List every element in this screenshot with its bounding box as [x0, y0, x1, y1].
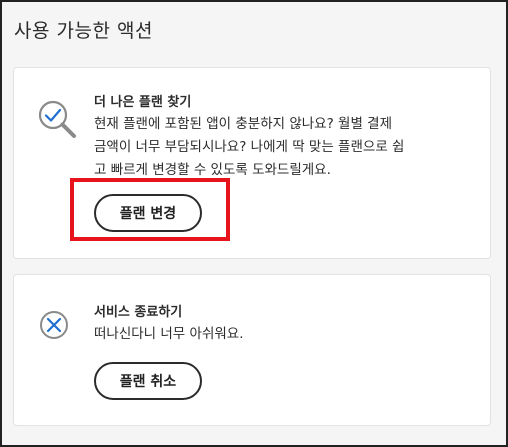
x-circle-icon [36, 307, 80, 351]
end-service-body: 서비스 종료하기 떠나신다니 너무 아쉬워요. [94, 304, 460, 346]
find-plan-line-2: 금액이 너무 부담되시나요? 나에게 딱 맞는 플랜으로 쉽 [94, 139, 405, 155]
actions-panel: 사용 가능한 액션 더 나은 플랜 찾기 현재 플랜에 포함된 앱이 충분하지 … [0, 0, 508, 447]
magnifier-check-icon [36, 98, 80, 142]
end-service-heading: 서비스 종료하기 [94, 305, 183, 320]
cancel-plan-button[interactable]: 플랜 취소 [94, 362, 202, 400]
section-title: 사용 가능한 액션 [14, 20, 153, 42]
end-service-description: 떠나신다니 너무 아쉬워요. [94, 326, 244, 342]
find-plan-body: 더 나은 플랜 찾기 현재 플랜에 포함된 앱이 충분하지 않나요? 월별 결제… [94, 94, 460, 182]
end-service-card: 서비스 종료하기 떠나신다니 너무 아쉬워요. 플랜 취소 [13, 274, 491, 426]
find-plan-line-1: 현재 플랜에 포함된 앱이 충분하지 않나요? 월별 결제 [94, 116, 393, 132]
find-plan-line-3: 고 빠르게 변경할 수 있도록 도와드릴게요. [94, 162, 331, 178]
find-plan-card: 더 나은 플랜 찾기 현재 플랜에 포함된 앱이 충분하지 않나요? 월별 결제… [13, 67, 491, 259]
find-plan-heading: 더 나은 플랜 찾기 [94, 95, 192, 110]
change-plan-button[interactable]: 플랜 변경 [94, 194, 202, 232]
find-plan-description: 현재 플랜에 포함된 앱이 충분하지 않나요? 월별 결제금액이 너무 부담되시… [94, 113, 460, 182]
